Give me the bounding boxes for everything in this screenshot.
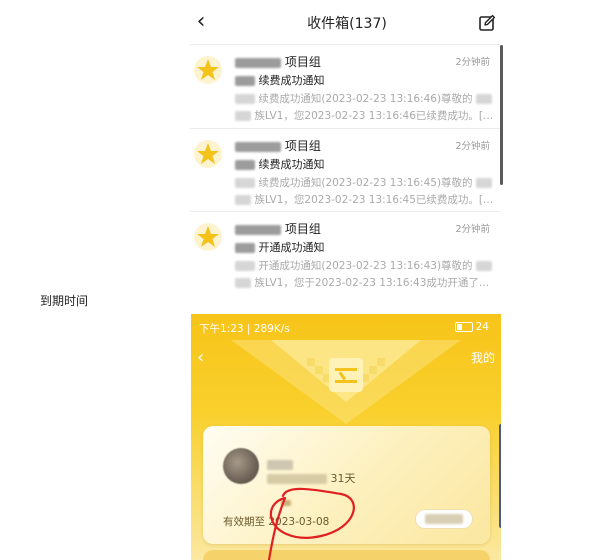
scrollbar[interactable] [500, 45, 503, 185]
star-icon [194, 223, 222, 251]
message-sender: 项目组 [235, 53, 321, 70]
expire-date: 有效期至 2023-03-08 [223, 516, 330, 528]
redacted-text [267, 459, 293, 470]
avatar [223, 448, 259, 484]
message-preview: 续费成功通知(2023-02-23 13:16:45)尊敬的 [235, 175, 492, 190]
status-time: 下午1:23 | 289K/s [199, 323, 290, 335]
back-button[interactable]: ‹ [197, 347, 204, 368]
card-edge [499, 424, 501, 528]
redacted-text [235, 141, 281, 152]
message-time: 2分钟前 [455, 141, 490, 152]
renew-button[interactable] [416, 510, 472, 528]
page-title: 收件箱(137) [307, 16, 387, 32]
inbox-screen: ‹ 收件箱(137) 项目组 2分钟前 续费成功通知 续费成功通知(2023-0… [190, 0, 504, 292]
membership-card[interactable]: 31天 有效期至 2023-03-08 [203, 426, 490, 544]
redacted-text [235, 178, 255, 188]
redacted-text [235, 94, 255, 104]
redacted-text [475, 178, 492, 188]
redacted-text [235, 278, 251, 288]
message-preview: 续费成功通知(2023-02-23 13:16:46)尊敬的 [235, 91, 492, 106]
message-item[interactable]: 项目组 2分钟前 开通成功通知 开通成功通知(2023-02-23 13:16:… [190, 212, 500, 294]
my-link[interactable]: 我的 [471, 349, 495, 366]
message-item[interactable]: 项目组 2分钟前 续费成功通知 续费成功通知(2023-02-23 13:16:… [190, 129, 500, 211]
status-indicators: 24 [454, 321, 489, 333]
redacted-text [425, 514, 463, 524]
battery-icon [454, 322, 473, 332]
redacted-text [267, 474, 327, 484]
compose-icon[interactable] [478, 14, 496, 32]
message-preview: 族LV1，您于2023-02-23 13:16:43成功开通了... [235, 275, 489, 290]
message-preview: 开通成功通知(2023-02-23 13:16:43)尊敬的 [235, 258, 492, 273]
redacted-text [235, 261, 255, 271]
redacted-text [235, 57, 281, 68]
message-sender: 项目组 [235, 137, 321, 154]
message-subject: 续费成功通知 [235, 72, 325, 88]
message-preview: 族LV1，您2023-02-23 13:16:45已续费成功。[... [235, 192, 493, 207]
message-time: 2分钟前 [455, 57, 490, 68]
redacted-text [235, 160, 255, 170]
status-bar: 下午1:23 | 289K/s 24 [191, 314, 501, 340]
star-icon [194, 56, 222, 84]
membership-screen: 下午1:23 | 289K/s 24 ‹ 我的 31天 有效期至 2023-03… [191, 314, 501, 560]
redacted-text [235, 111, 251, 121]
redacted-text [475, 261, 492, 271]
inbox-header: ‹ 收件箱(137) [190, 0, 504, 44]
message-subject: 开通成功通知 [235, 239, 325, 255]
message-time: 2分钟前 [455, 224, 490, 235]
redacted-text [281, 500, 291, 506]
bottom-panel [203, 550, 490, 560]
redacted-text [235, 224, 281, 235]
message-subject: 续费成功通知 [235, 156, 325, 172]
redacted-text [475, 94, 492, 104]
star-icon [194, 140, 222, 168]
back-icon: ‹ [197, 347, 205, 368]
message-sender: 项目组 [235, 220, 321, 237]
caption-label: 到期时间 [40, 294, 89, 308]
redacted-text [235, 195, 251, 205]
message-item[interactable]: 项目组 2分钟前 续费成功通知 续费成功通知(2023-02-23 13:16:… [190, 45, 500, 127]
message-preview: 族LV1，您2023-02-23 13:16:46已续费成功。[... [235, 108, 493, 123]
redacted-text [235, 76, 255, 86]
remaining-days: 31天 [267, 470, 356, 486]
redacted-text [235, 243, 255, 253]
